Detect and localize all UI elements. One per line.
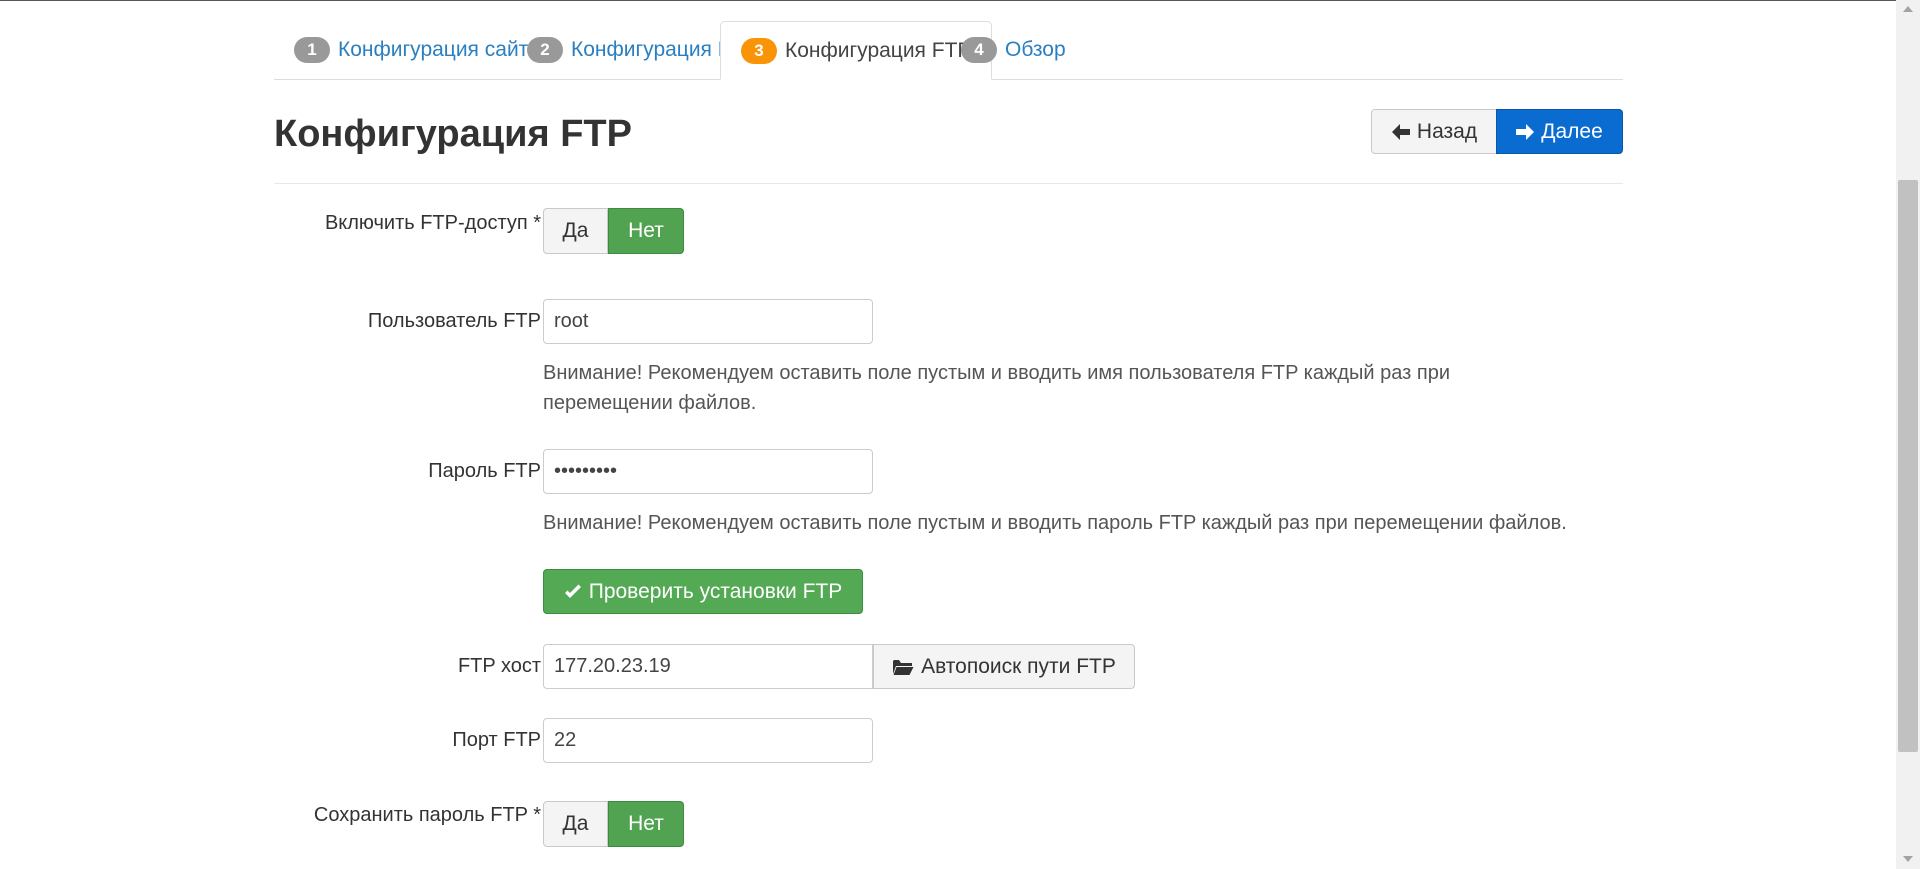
autodetect-ftp-path-label: Автопоиск пути FTP: [921, 654, 1116, 678]
step-badge: 1: [294, 37, 330, 63]
ftp-save-password-no-button[interactable]: Нет: [608, 801, 684, 847]
ftp-save-password-toggle: Да Нет: [543, 801, 684, 847]
ftp-user-input[interactable]: [543, 299, 873, 344]
tab-overview[interactable]: 4 Обзор: [941, 21, 1086, 79]
ftp-user-help: Внимание! Рекомендуем оставить поле пуст…: [543, 362, 1451, 414]
ftp-enable-yes-button[interactable]: Да: [543, 208, 608, 254]
next-label: Далее: [1541, 119, 1603, 143]
ftp-port-input[interactable]: [543, 718, 873, 763]
arrow-right-icon: [1516, 123, 1535, 140]
step-badge: 3: [741, 37, 777, 64]
page-scrollbar[interactable]: [1896, 0, 1920, 869]
page-title: Конфигурация FTP: [274, 113, 632, 155]
ftp-save-password-label: Сохранить пароль FTP *: [313, 804, 541, 826]
check-icon: [564, 584, 581, 598]
tab-label: Обзор: [1005, 38, 1066, 61]
ftp-save-password-yes-button[interactable]: Да: [543, 801, 608, 847]
wizard-tabs: 1 Конфигурация сайта 2 Конфигурация БД 3…: [274, 21, 1623, 80]
folder-open-icon: [893, 659, 914, 675]
autodetect-ftp-path-button[interactable]: Автопоиск пути FTP: [873, 644, 1135, 689]
scrollbar-thumb[interactable]: [1898, 180, 1918, 752]
ftp-enable-toggle: Да Нет: [543, 208, 684, 254]
step-badge: 2: [527, 37, 563, 63]
installer-container: 1 Конфигурация сайта 2 Конфигурация БД 3…: [274, 0, 1623, 869]
check-ftp-settings-label: Проверить установки FTP: [588, 579, 843, 603]
title-divider: [274, 183, 1623, 184]
ftp-password-label: Пароль FTP: [428, 460, 541, 482]
back-button[interactable]: Назад: [1371, 109, 1498, 154]
step-badge: 4: [961, 37, 997, 63]
ftp-enable-label: Включить FTP-доступ *: [324, 212, 541, 234]
ftp-host-input[interactable]: [543, 644, 873, 689]
ftp-password-input[interactable]: [543, 449, 873, 494]
ftp-enable-no-button[interactable]: Нет: [608, 208, 684, 254]
check-ftp-settings-button[interactable]: Проверить установки FTP: [543, 569, 863, 614]
scroll-down-arrow-icon[interactable]: [1903, 856, 1913, 862]
scroll-up-arrow-icon[interactable]: [1903, 6, 1913, 12]
back-label: Назад: [1416, 119, 1478, 143]
ftp-port-label: Порт FTP: [452, 729, 541, 751]
ftp-user-label: Пользователь FTP: [367, 310, 541, 332]
next-button[interactable]: Далее: [1496, 109, 1623, 154]
arrow-left-icon: [1391, 123, 1410, 140]
ftp-host-label: FTP хост: [457, 655, 541, 677]
ftp-password-help: Внимание! Рекомендуем оставить поле пуст…: [543, 512, 1567, 534]
